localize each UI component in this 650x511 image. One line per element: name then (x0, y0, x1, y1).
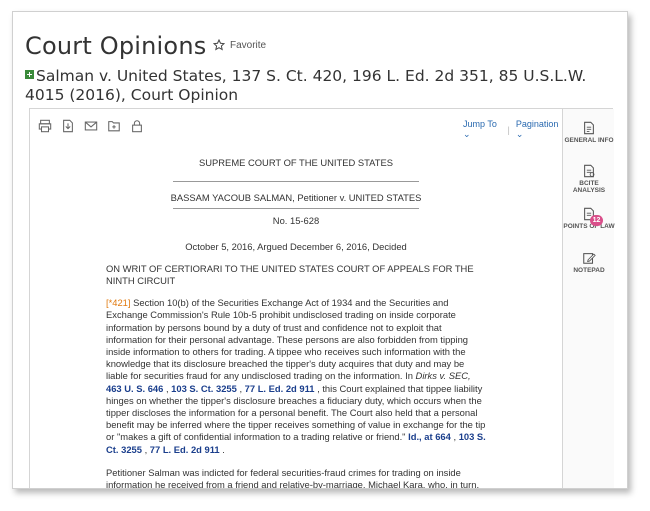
separator: , (236, 382, 245, 394)
download-icon[interactable] (61, 119, 75, 133)
app-window: Court Opinions Favorite Salman v. United… (12, 11, 628, 489)
case-title: Salman v. United States, 137 S. Ct. 420,… (25, 67, 615, 105)
bcite-analysis-button[interactable]: BCITE ANALYSIS (563, 164, 615, 194)
docket-number: No. 15-628 (272, 215, 320, 227)
jump-to-dropdown[interactable]: Jump To ⌄ (463, 119, 502, 140)
case-title-text: Salman v. United States, 137 S. Ct. 420,… (25, 67, 587, 104)
general-info-button[interactable]: GENERAL INFO (563, 121, 615, 144)
paragraph-text: Section 10(b) of the Securities Exchange… (106, 297, 469, 382)
jump-to-label: Jump To (463, 119, 497, 129)
citation-link[interactable]: 463 U. S. 646 (106, 383, 163, 394)
notepad-label: NOTEPAD (573, 267, 605, 274)
argued-decided-dates: October 5, 2016, Argued December 6, 2016… (185, 240, 407, 252)
court-name: SUPREME COURT OF THE UNITED STATES (199, 157, 393, 168)
document-info-icon (584, 121, 594, 135)
points-of-law-button[interactable]: 12 POINTS OF LAW (563, 207, 615, 230)
separator: . (219, 443, 225, 455)
separator: , (450, 431, 459, 443)
print-icon[interactable] (38, 119, 52, 133)
opinion-text: SUPREME COURT OF THE UNITED STATES BASSA… (106, 149, 486, 489)
parties: BASSAM YACOUB SALMAN, Petitioner v. UNIT… (170, 192, 422, 204)
separator: , (163, 382, 172, 394)
expand-plus-icon[interactable] (25, 70, 34, 79)
pagination-dropdown[interactable]: Pagination ⌄ (516, 119, 562, 140)
save-to-folder-icon[interactable] (107, 119, 121, 133)
bcite-icon (584, 164, 595, 178)
syllabus-paragraph: [*421] Section 10(b) of the Securities E… (106, 297, 486, 456)
citation-link[interactable]: 77 L. Ed. 2d 911 (245, 383, 315, 394)
star-outline-icon (213, 39, 225, 51)
notepad-pencil-icon (583, 253, 596, 264)
document-toolbar (38, 119, 144, 133)
lock-icon[interactable] (130, 119, 144, 133)
citation-link[interactable]: 77 L. Ed. 2d 911 (150, 444, 220, 455)
favorite-button[interactable]: Favorite (213, 39, 266, 51)
document-area[interactable]: Jump To ⌄ | Pagination ⌄ SUPREME COURT O… (30, 109, 562, 489)
divider (173, 208, 419, 210)
citation-link[interactable]: Id., at 664 (408, 431, 451, 442)
chevron-down-icon: ⌄ (463, 129, 471, 139)
bcite-label: BCITE ANALYSIS (572, 180, 606, 194)
divider (173, 181, 419, 183)
divider: | (507, 124, 510, 135)
favorite-label: Favorite (230, 39, 267, 51)
page-title: Court Opinions (25, 32, 207, 60)
points-of-law-label: POINTS OF LAW (563, 223, 615, 230)
jump-controls: Jump To ⌄ | Pagination ⌄ (463, 119, 562, 140)
writ-heading: ON WRIT OF CERTIORARI TO THE UNITED STAT… (106, 262, 474, 287)
right-rail: GENERAL INFO BCITE ANALYSIS 12 POINTS OF… (562, 109, 615, 488)
notepad-button[interactable]: NOTEPAD (563, 251, 615, 274)
points-count-badge: 12 (590, 215, 603, 226)
general-info-label: GENERAL INFO (564, 137, 614, 144)
chevron-down-icon: ⌄ (515, 129, 524, 139)
star-page-marker[interactable]: [*421] (106, 297, 131, 308)
syllabus-paragraph: Petitioner Salman was indicted for feder… (106, 466, 480, 489)
document-viewer: Jump To ⌄ | Pagination ⌄ SUPREME COURT O… (29, 108, 615, 489)
citation-link[interactable]: 103 S. Ct. 3255 (171, 383, 237, 394)
email-icon[interactable] (84, 119, 98, 133)
pagination-label: Pagination (515, 119, 559, 129)
separator: , (141, 443, 150, 455)
case-reference: Dirks v. SEC, (415, 370, 471, 382)
